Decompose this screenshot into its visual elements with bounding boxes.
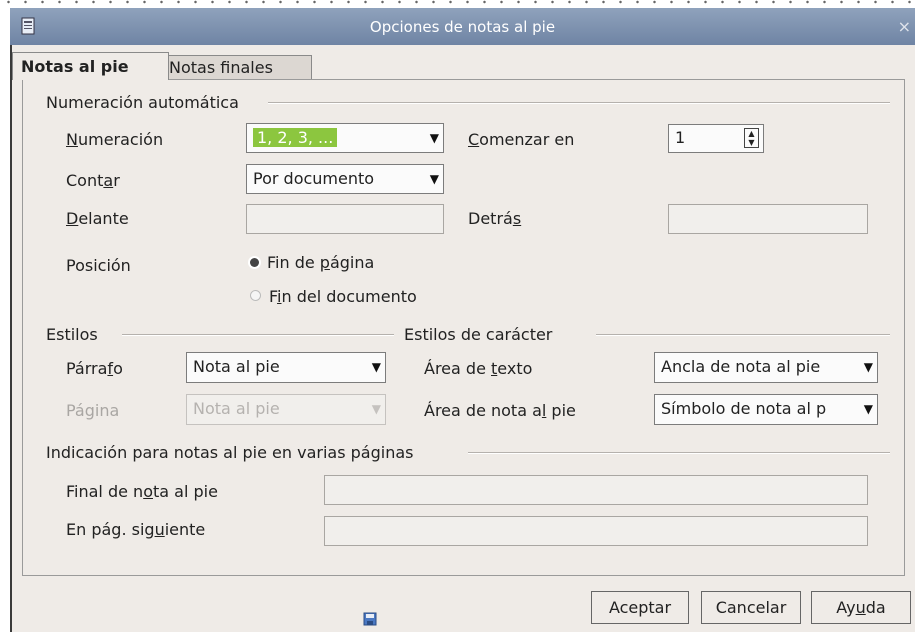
text-area-value: Ancla de nota al pie xyxy=(661,357,821,376)
radio-end-of-document[interactable]: Fin del documento xyxy=(250,287,417,306)
paragraph-style-value: Nota al pie xyxy=(193,357,280,376)
start-at-spinner[interactable]: 1 ▲ ▼ xyxy=(668,124,764,153)
tab-endnotes[interactable]: Notas finales xyxy=(160,55,312,80)
numbering-value: 1, 2, 3, ... xyxy=(253,128,338,147)
paragraph-label: Párrafo xyxy=(66,359,123,378)
next-page-input[interactable] xyxy=(324,516,868,546)
divider xyxy=(596,334,890,336)
after-input[interactable] xyxy=(668,204,868,234)
text-area-label: Área de texto xyxy=(424,359,533,378)
auto-numbering-heading: Numeración automática xyxy=(46,93,239,112)
chevron-down-icon: ▼ xyxy=(371,402,381,416)
floppy-icon xyxy=(363,612,377,626)
footnote-area-select[interactable]: Símbolo de nota al p ▼ xyxy=(654,394,878,425)
text-area-select[interactable]: Ancla de nota al pie ▼ xyxy=(654,352,878,383)
start-at-value: 1 xyxy=(675,128,686,147)
page-style-select: Nota al pie ▼ xyxy=(186,394,386,425)
window-title: Opciones de notas al pie xyxy=(369,18,556,36)
numbering-label: Numeración xyxy=(66,130,164,149)
page-style-value: Nota al pie xyxy=(193,399,280,418)
spin-down-icon[interactable]: ▼ xyxy=(745,138,758,147)
divider xyxy=(468,452,890,454)
cancel-button[interactable]: Cancelar xyxy=(701,591,801,624)
count-label: Contar xyxy=(66,171,120,190)
radio-selected-icon xyxy=(250,258,259,267)
page-label: Página xyxy=(66,401,120,420)
styles-heading: Estilos xyxy=(46,325,98,344)
end-of-footnote-label: Final de nota al pie xyxy=(66,482,218,501)
close-icon[interactable]: × xyxy=(898,17,911,36)
window-border xyxy=(10,45,12,632)
continuation-heading: Indicación para notas al pie en varias p… xyxy=(46,443,414,462)
next-page-label: En pág. siguiente xyxy=(66,520,206,539)
end-of-footnote-input[interactable] xyxy=(324,475,868,505)
chevron-down-icon: ▼ xyxy=(863,402,873,416)
char-styles-heading: Estilos de carácter xyxy=(404,325,553,344)
start-at-label: Comenzar en xyxy=(468,130,575,149)
help-button[interactable]: Ayuda xyxy=(811,591,911,624)
divider xyxy=(268,102,890,104)
spin-buttons[interactable]: ▲ ▼ xyxy=(744,128,759,148)
ok-button[interactable]: Aceptar xyxy=(591,591,689,624)
before-input[interactable] xyxy=(246,204,444,234)
position-label: Posición xyxy=(66,256,131,275)
divider xyxy=(122,334,394,336)
radio-end-of-page[interactable]: Fin de página xyxy=(250,253,374,272)
after-label: Detrás xyxy=(468,209,522,228)
chevron-down-icon: ▼ xyxy=(429,172,439,186)
before-label: Delante xyxy=(66,209,129,228)
chevron-down-icon: ▼ xyxy=(371,360,381,374)
count-select[interactable]: Por documento ▼ xyxy=(246,164,444,194)
numbering-select[interactable]: 1, 2, 3, ... ▼ xyxy=(246,123,444,153)
title-bar[interactable]: Opciones de notas al pie × xyxy=(10,8,915,46)
count-value: Por documento xyxy=(253,169,375,188)
chevron-down-icon: ▼ xyxy=(429,131,439,145)
paragraph-style-select[interactable]: Nota al pie ▼ xyxy=(186,352,386,383)
background-decoration xyxy=(0,0,915,4)
chevron-down-icon: ▼ xyxy=(863,360,873,374)
footnote-area-label: Área de nota al pie xyxy=(424,401,576,420)
radio-unselected-icon xyxy=(250,290,261,301)
tab-footnotes[interactable]: Notas al pie xyxy=(12,52,169,80)
footnote-area-value: Símbolo de nota al p xyxy=(661,399,827,418)
spin-up-icon[interactable]: ▲ xyxy=(745,129,758,138)
